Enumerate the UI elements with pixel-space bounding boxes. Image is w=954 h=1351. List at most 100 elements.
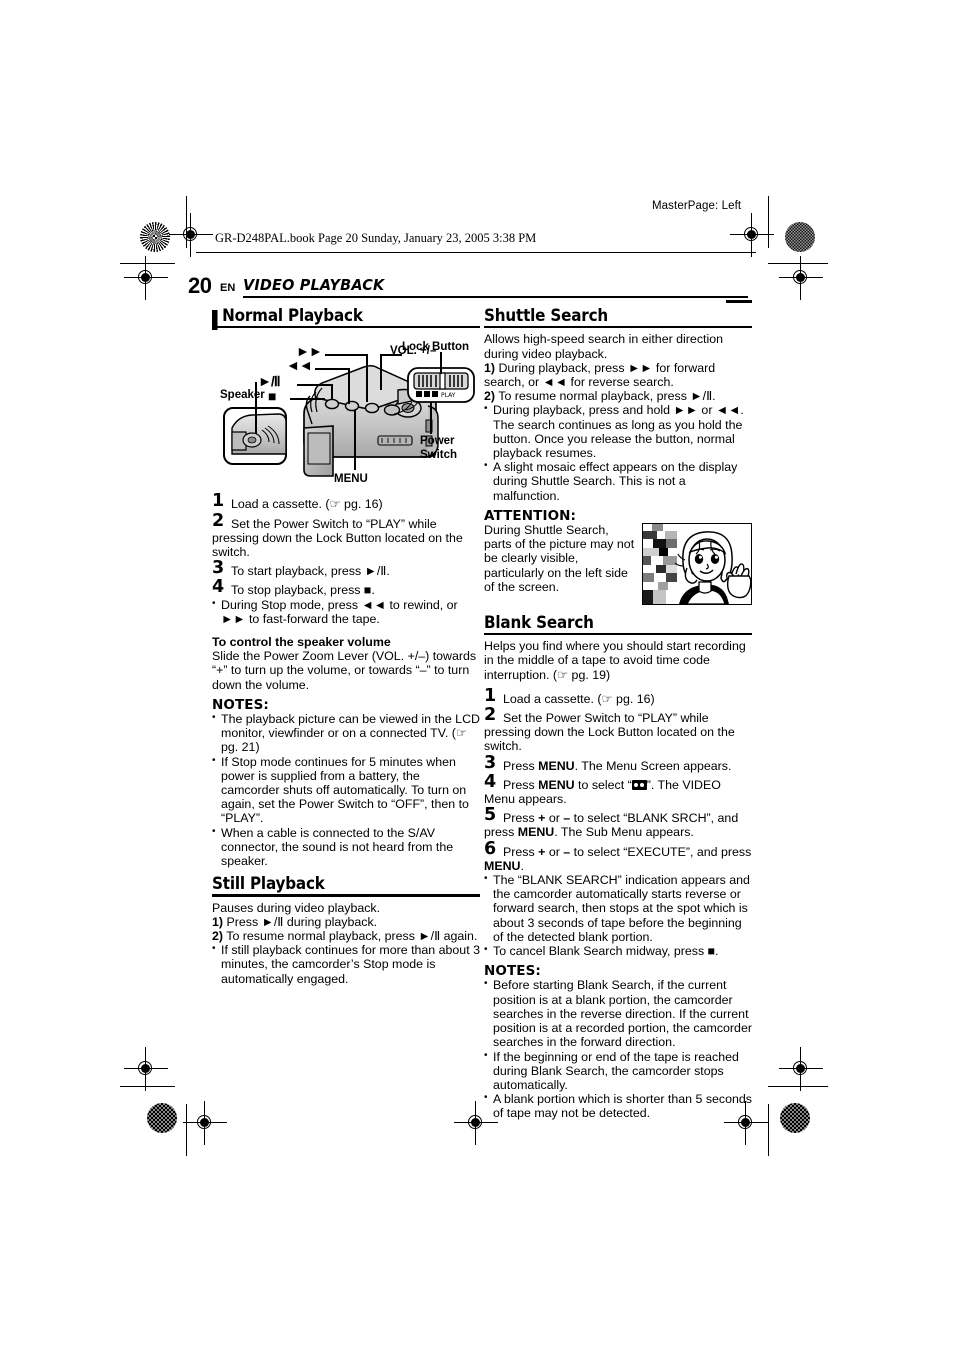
- waving-person-icon: [674, 531, 751, 604]
- shuttle-search-bullets: During playback, press and hold ►► or ◄◄…: [484, 402, 752, 502]
- shuttle-search-intro: Allows high-speed search in either direc…: [484, 332, 723, 361]
- heading-rule-normal-playback: [212, 326, 480, 329]
- list-item: The “BLANK SEARCH” indication appears an…: [484, 872, 752, 944]
- numbered-text: To resume normal playback, press ►/Ⅱ.: [498, 389, 716, 404]
- list-item: During playback, press and hold ►► or ◄◄…: [484, 402, 752, 460]
- step-text: Load a cassette. (☞ pg. 16): [231, 497, 383, 512]
- heading-rule-shuttle-search: [484, 326, 752, 329]
- step-text: Press + or – to select “EXECUTE”, and pr…: [484, 844, 752, 873]
- list-item: If Stop mode continues for 5 minutes whe…: [212, 754, 480, 826]
- numbered-text: Press ►/Ⅱ during playback.: [226, 914, 378, 929]
- label-lock-button: Lock Button: [402, 341, 470, 354]
- numbered-item: 2) To resume normal playback, press ►/Ⅱ …: [212, 929, 480, 943]
- svg-text:PLAY: PLAY: [441, 392, 456, 399]
- numbered-label: 2): [212, 929, 224, 944]
- step-item: 4 Press MENU to select “”. The VIDEO Menu…: [484, 773, 752, 807]
- camcorder-figure: PLAY ►► ◄◄ ►/Ⅱ ■ VOL. +/– Lock Button Sp…: [212, 332, 480, 492]
- step-number: 5: [484, 805, 497, 826]
- color-patch-bottom-right: [780, 1103, 810, 1133]
- numbered-text: To resume normal playback, press ►/Ⅱ aga…: [226, 929, 478, 944]
- heading-rule-blank-search: [484, 633, 752, 636]
- label-power-switch-line2: Switch: [420, 449, 458, 462]
- leader-line-vol-v: [380, 354, 382, 391]
- label-power-switch-line1: Power: [420, 435, 455, 448]
- numbered-label: 1): [484, 360, 496, 375]
- registration-mark-left-lower: [124, 1047, 168, 1091]
- step-text: Load a cassette. (☞ pg. 16): [503, 691, 655, 706]
- subheading-volume: To control the speaker volume: [212, 635, 391, 650]
- page-header: 20 EN VIDEO PLAYBACK: [188, 273, 748, 303]
- registration-mark-bottom-left: [183, 1101, 227, 1145]
- page-title: VIDEO PLAYBACK: [243, 276, 385, 294]
- locale-label: EN: [220, 282, 236, 294]
- list-item: If the beginning or end of the tape is r…: [484, 1049, 752, 1093]
- registration-mark-left-upper: [124, 256, 168, 300]
- right-column: Shuttle Search Allows high-speed search …: [484, 306, 752, 1121]
- notes-list: The playback picture can be viewed in th…: [212, 711, 480, 869]
- step-text: Press MENU to select “”. The VIDEO Menu …: [484, 777, 721, 807]
- trim-line-bottom-left-v: [186, 1104, 188, 1156]
- notes-label: NOTES:: [212, 696, 269, 713]
- step-number: 2: [484, 705, 497, 726]
- label-speaker: Speaker: [220, 389, 265, 402]
- attention-text: During Shuttle Search, parts of the pict…: [484, 523, 635, 594]
- list-item: Before starting Blank Search, if the cur…: [484, 977, 752, 1049]
- leader-line-rew: [348, 368, 350, 405]
- leader-line-power: [430, 402, 432, 435]
- heading-blank-search: Blank Search: [484, 612, 594, 632]
- step-text: Set the Power Switch to “PLAY” while pre…: [212, 516, 463, 559]
- trim-line-top-right-v: [768, 196, 770, 248]
- step-number: 3: [212, 558, 225, 579]
- numbered-item: 1) Press ►/Ⅱ during playback.: [212, 915, 480, 929]
- heading-shuttle-search: Shuttle Search: [484, 306, 609, 325]
- leader-line-rew-h: [315, 368, 349, 370]
- step-text: To stop playback, press ■.: [231, 583, 375, 598]
- list-item: During Stop mode, press ◄◄ to rewind, or…: [212, 597, 480, 626]
- label-menu: MENU: [334, 473, 368, 486]
- step-number: 6: [484, 838, 497, 859]
- leader-line-ff-h: [325, 354, 367, 356]
- list-item: To cancel Blank Search midway, press ■.: [484, 943, 752, 958]
- list-item: The playback picture can be viewed in th…: [212, 711, 480, 755]
- trim-line-top-right: [768, 263, 828, 265]
- numbered-label: 1): [212, 914, 224, 929]
- step-item: 3 To start playback, press ►/Ⅱ.: [212, 558, 480, 579]
- step-number: 1: [484, 685, 497, 706]
- label-play-pause: ►/Ⅱ: [258, 373, 281, 390]
- label-rewind: ◄◄: [286, 357, 313, 374]
- step-item: 4 To stop playback, press ■.: [212, 579, 480, 598]
- list-item: If still playback continues for more tha…: [212, 942, 480, 986]
- heading-still-playback: Still Playback: [212, 874, 325, 894]
- shuttle-search-illustration: [642, 522, 752, 605]
- registration-mark-right-upper: [779, 256, 823, 300]
- still-playback-bullets: If still playback continues for more tha…: [212, 942, 480, 986]
- leader-line-menu: [354, 410, 356, 471]
- registration-mark-right-lower: [779, 1047, 823, 1091]
- numbered-text: During playback, press ►► for forward se…: [484, 360, 716, 389]
- leader-line-ff: [366, 354, 368, 403]
- step-item: 5 Press + or – to select “BLANK SRCH”, an…: [484, 805, 752, 840]
- trim-line-bottom-left: [120, 1086, 175, 1088]
- volume-text: Slide the Power Zoom Lever (VOL. +/–) to…: [212, 649, 477, 692]
- list-item: A blank portion which is shorter than 5 …: [484, 1091, 752, 1120]
- numbered-item: 2) To resume normal playback, press ►/Ⅱ.: [484, 389, 752, 403]
- numbered-label: 2): [484, 389, 496, 404]
- step-number: 1: [212, 491, 225, 512]
- step-text: To start playback, press ►/Ⅱ.: [231, 564, 390, 579]
- blank-search-intro: Helps you find where you should start re…: [484, 639, 746, 682]
- step-item: 1 Load a cassette. (☞ pg. 16): [484, 685, 752, 706]
- trim-line-top-left: [120, 263, 175, 265]
- list-item: When a cable is connected to the S/AV co…: [212, 825, 480, 869]
- step-item: 1 Load a cassette. (☞ pg. 16): [212, 491, 480, 512]
- notes-list: Before starting Blank Search, if the cur…: [484, 977, 752, 1120]
- left-column: Normal Playback PLAY ►► ◄◄ ►/Ⅱ ■ VOL. +/…: [212, 307, 480, 986]
- numbered-item: 1) During playback, press ►► for forward…: [484, 361, 752, 389]
- trim-line-top-left-v: [186, 196, 188, 248]
- step-text: Press MENU. The Menu Screen appears.: [503, 758, 732, 773]
- heading-rule-still-playback: [212, 894, 480, 897]
- step4-bullet-list: During Stop mode, press ◄◄ to rewind, or…: [212, 597, 480, 626]
- color-patch-bottom-left: [147, 1103, 177, 1133]
- leader-line-play: [297, 384, 333, 386]
- step-text: Press + or – to select “BLANK SRCH”, and…: [484, 811, 739, 840]
- page-content: 20 EN VIDEO PLAYBACK Normal Playback PLA…: [188, 205, 766, 1120]
